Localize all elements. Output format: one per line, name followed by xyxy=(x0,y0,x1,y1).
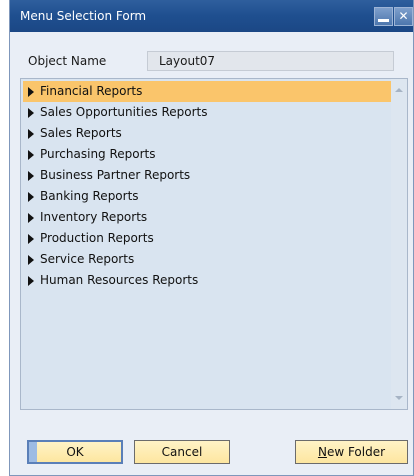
scroll-down-arrow-icon[interactable] xyxy=(395,396,403,400)
minimize-button[interactable] xyxy=(374,7,393,26)
tree-item-label: Service Reports xyxy=(40,252,135,266)
new-folder-button[interactable]: New Folder xyxy=(295,440,408,464)
menu-tree[interactable]: Financial Reports Sales Opportunities Rep… xyxy=(20,78,408,410)
tree-item[interactable]: Banking Reports xyxy=(23,186,393,207)
ok-button-label: OK xyxy=(66,445,84,459)
ok-button[interactable]: OK xyxy=(27,440,123,464)
object-name-field[interactable]: Layout07 xyxy=(147,51,394,71)
window-title: Menu Selection Form xyxy=(20,9,147,23)
tree-item-label: Sales Opportunities Reports xyxy=(40,105,208,119)
scroll-up-arrow-icon[interactable] xyxy=(395,88,403,92)
tree-item-label: Financial Reports xyxy=(40,84,143,98)
tree-item[interactable]: Sales Opportunities Reports xyxy=(23,102,393,123)
expand-arrow-icon[interactable] xyxy=(28,234,34,244)
tree-item[interactable]: Sales Reports xyxy=(23,123,393,144)
object-name-label: Object Name xyxy=(28,54,107,68)
close-button[interactable]: ✕ xyxy=(394,7,413,26)
close-icon: ✕ xyxy=(398,9,409,23)
cancel-button[interactable]: Cancel xyxy=(134,440,230,464)
tree-item[interactable]: Inventory Reports xyxy=(23,207,393,228)
tree-item-label: Banking Reports xyxy=(40,189,139,203)
tree-list: Financial Reports Sales Opportunities Rep… xyxy=(23,81,393,291)
expand-arrow-icon[interactable] xyxy=(28,255,34,265)
expand-arrow-icon[interactable] xyxy=(28,129,34,139)
tree-item-label: Purchasing Reports xyxy=(40,147,156,161)
tree-item-label: Sales Reports xyxy=(40,126,122,140)
tree-item[interactable]: Production Reports xyxy=(23,228,393,249)
expand-arrow-icon[interactable] xyxy=(28,150,34,160)
expand-arrow-icon[interactable] xyxy=(28,108,34,118)
title-bar[interactable]: Menu Selection Form ✕ xyxy=(10,0,413,32)
tree-scrollbar[interactable] xyxy=(391,79,407,409)
expand-arrow-icon[interactable] xyxy=(28,192,34,202)
tree-item[interactable]: Business Partner Reports xyxy=(23,165,393,186)
tree-item-label: Inventory Reports xyxy=(40,210,148,224)
expand-arrow-icon[interactable] xyxy=(28,87,34,97)
expand-arrow-icon[interactable] xyxy=(28,213,34,223)
tree-item[interactable]: Financial Reports xyxy=(23,81,393,102)
new-folder-label: ew Folder xyxy=(326,445,386,459)
tree-item[interactable]: Human Resources Reports xyxy=(23,270,393,291)
tree-item[interactable]: Purchasing Reports xyxy=(23,144,393,165)
menu-selection-window: Menu Selection Form ✕ Object Name Layout… xyxy=(9,0,414,476)
tree-item[interactable]: Service Reports xyxy=(23,249,393,270)
tree-item-label: Human Resources Reports xyxy=(40,273,199,287)
cancel-button-label: Cancel xyxy=(161,445,203,459)
tree-item-label: Business Partner Reports xyxy=(40,168,191,182)
tree-item-label: Production Reports xyxy=(40,231,154,245)
expand-arrow-icon[interactable] xyxy=(28,276,34,286)
focus-indicator xyxy=(29,442,37,462)
minimize-icon xyxy=(378,19,389,22)
expand-arrow-icon[interactable] xyxy=(28,171,34,181)
new-folder-mnemonic: N xyxy=(317,445,327,459)
